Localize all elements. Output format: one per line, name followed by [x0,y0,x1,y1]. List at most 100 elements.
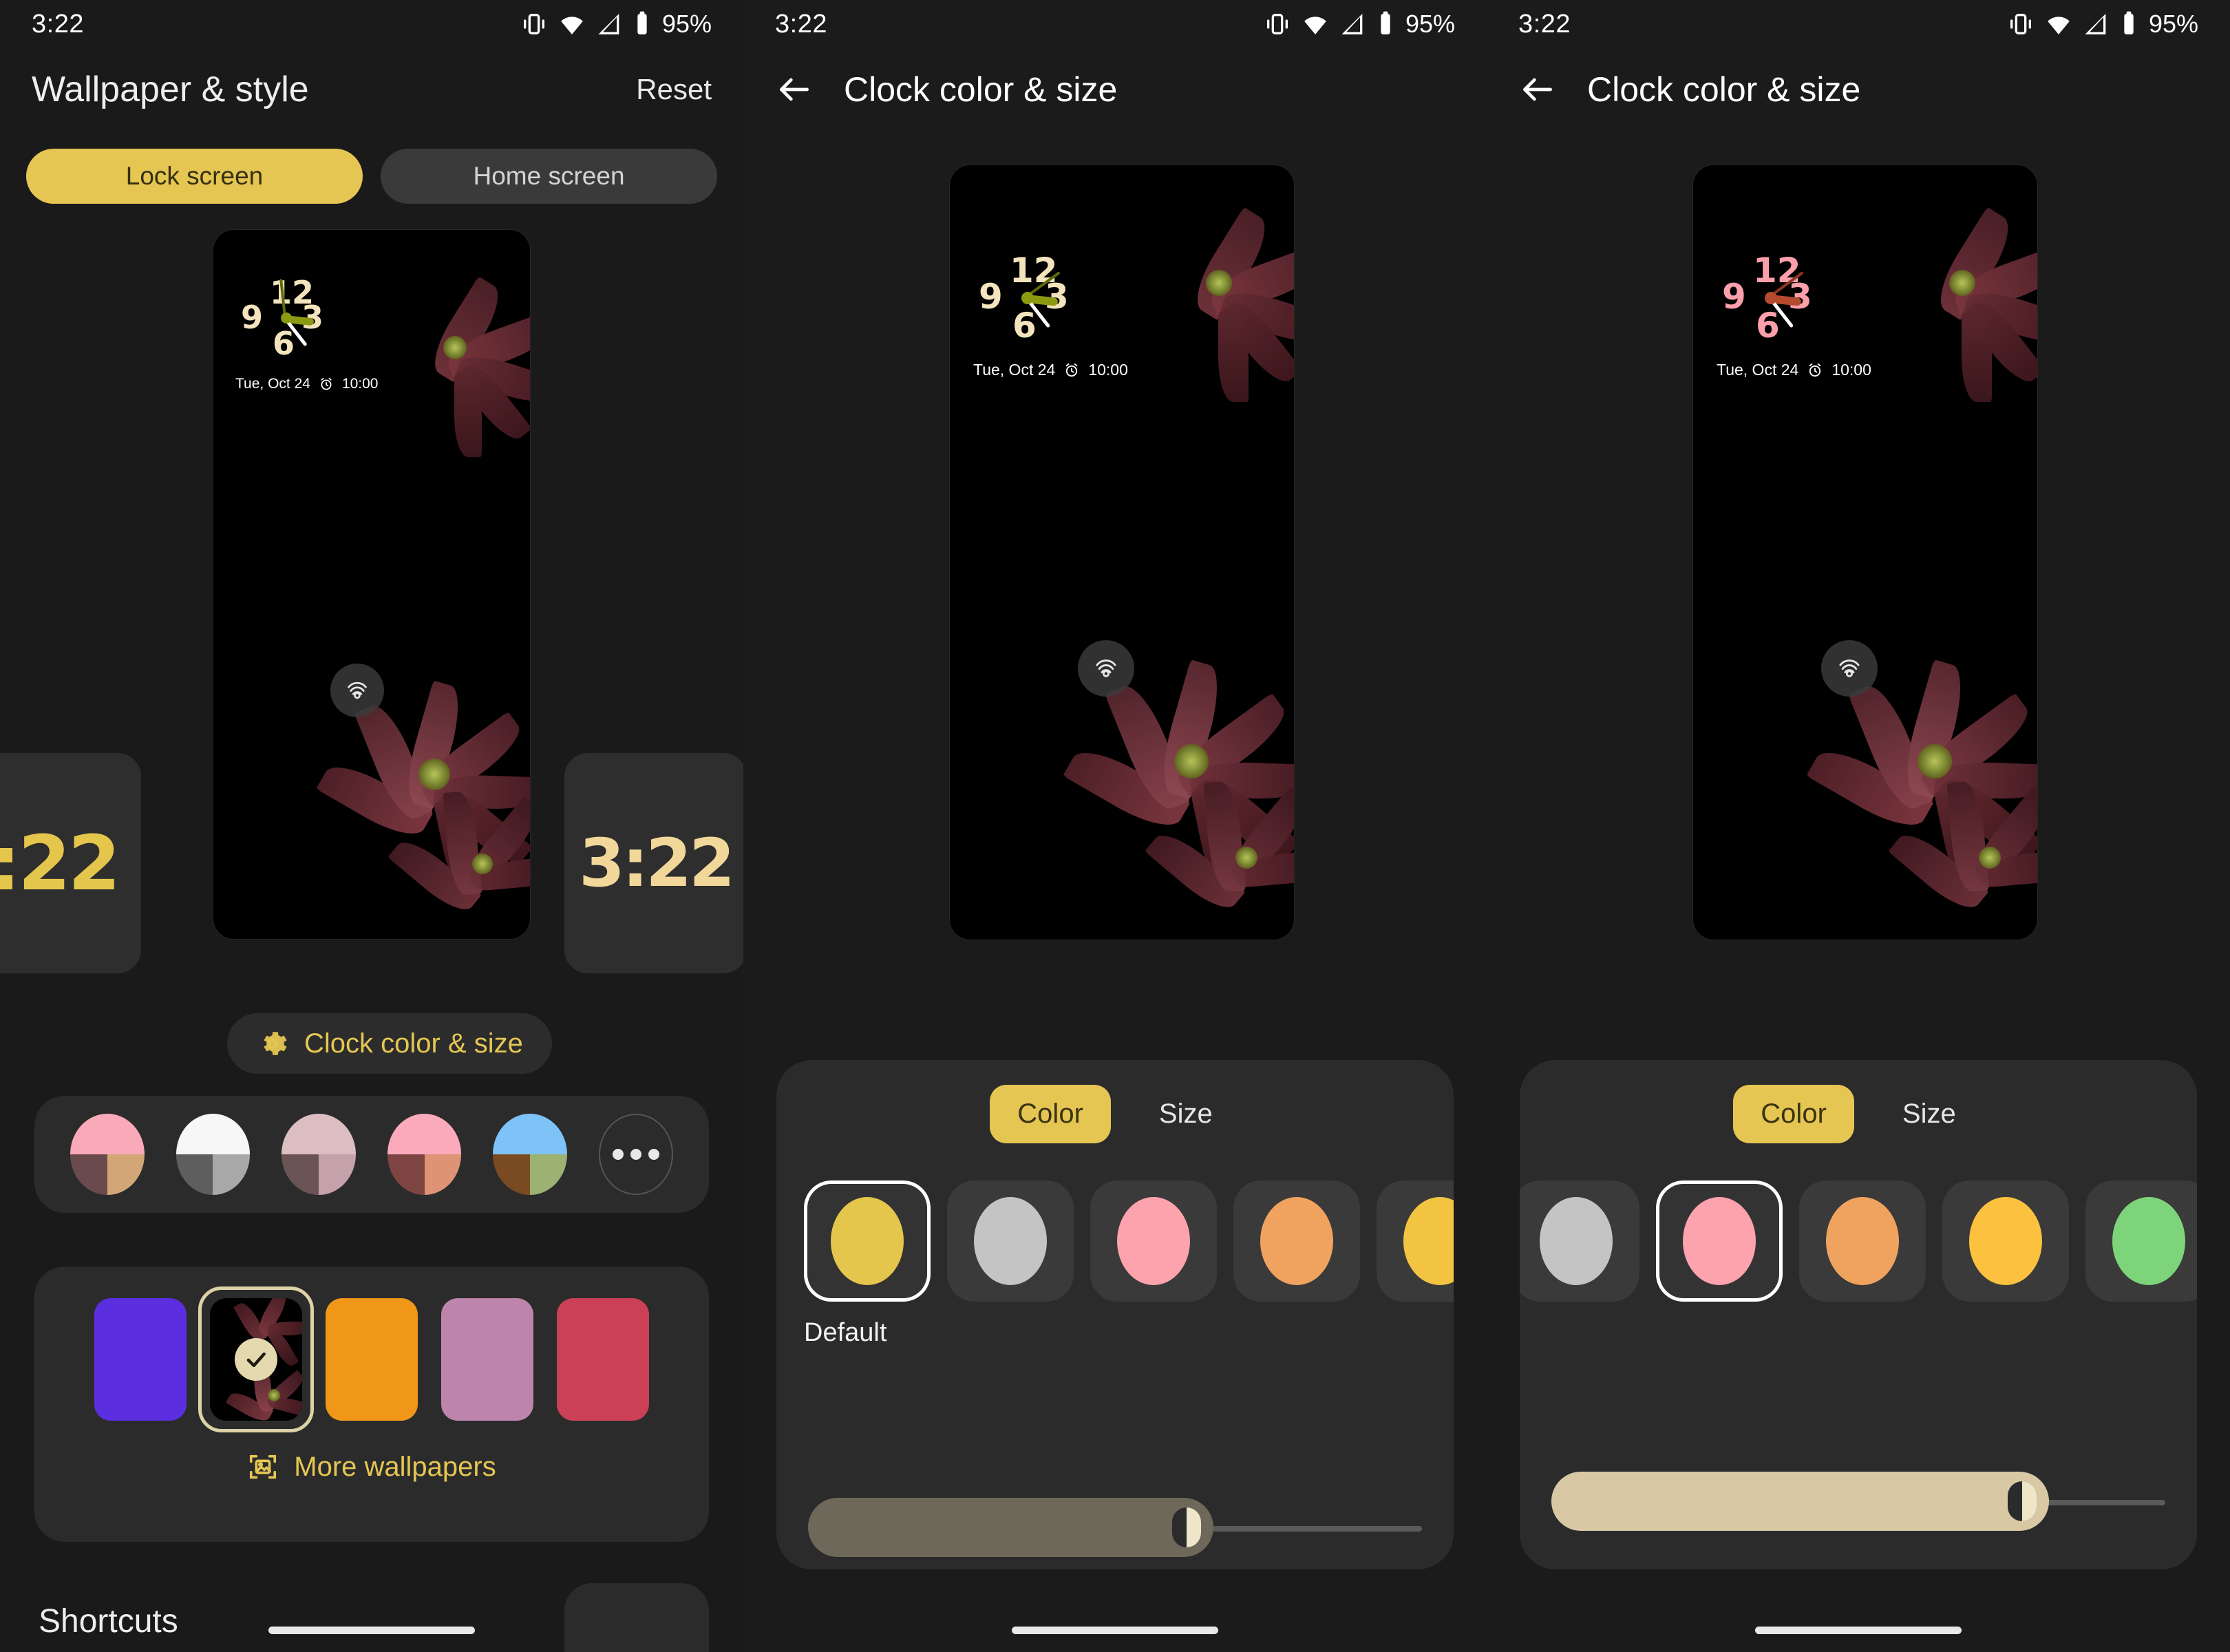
fingerprint-icon [348,681,367,699]
lockscreen-alarm-time: 10:00 [1088,361,1128,379]
wallpaper-selected-check [235,1338,277,1381]
panel-clock-color-size-default: 3:22 95% Clock color & size 12 3 6 9 Tue… [743,0,1487,1652]
theme-swatch[interactable] [282,1114,356,1195]
status-icons: 95% [1264,10,1455,39]
clock-style-card-previous[interactable]: 3:22 [0,753,141,973]
back-arrow-icon[interactable] [775,70,814,109]
tab-lock-screen[interactable]: Lock screen [26,149,363,204]
lockscreen-date: Tue, Oct 24 [1717,361,1799,379]
segmented-control: Color Size [776,1060,1454,1143]
signal-icon [598,14,619,34]
wifi-icon [1304,17,1326,34]
clock-tone-slider[interactable] [1551,1472,2165,1531]
battery-percent: 95% [2148,10,2198,38]
wallpaper-thumb-selected[interactable] [198,1286,314,1432]
clock-color-swatch-row [804,1180,1454,1302]
shortcuts-heading: Shortcuts [39,1603,178,1640]
fingerprint-sensor-indicator[interactable] [1821,640,1878,697]
theme-swatch[interactable] [176,1114,251,1195]
app-bar: Clock color & size [1487,48,2230,131]
clock-hub [1765,292,1777,304]
status-icons: 95% [2007,10,2198,39]
screenshot-root: 3:22 95% Wallpaper & style Reset Lock sc… [0,0,2230,1652]
status-bar: 3:22 95% [1487,0,2230,48]
clock-color-swatch[interactable] [1090,1180,1217,1302]
slider-thumb[interactable] [1171,1507,1201,1547]
clock-numeral-6: 6 [1012,306,1037,346]
wallpaper-thumb[interactable] [557,1298,649,1421]
clock-color-swatch[interactable] [1942,1180,2069,1302]
wallpaper-picker-card: More wallpapers [34,1267,709,1542]
alarm-icon [321,377,332,390]
selected-color-label: Default [804,1318,887,1347]
clock-numeral-6: 6 [1756,306,1780,346]
clock-color-swatch-selected[interactable] [804,1180,931,1302]
reset-button[interactable]: Reset [636,73,712,106]
panel-clock-color-size-pink: 3:22 95% Clock color & size 12 3 6 9 Tue… [1487,0,2230,1652]
system-nav-bar[interactable] [1755,1627,1962,1634]
wallpaper-thumb[interactable] [441,1298,533,1421]
clock-tone-slider[interactable] [808,1498,1422,1557]
clock-style-card-next[interactable]: 3:22 [564,753,743,973]
tab-color[interactable]: Color [1733,1085,1854,1143]
system-nav-bar[interactable] [1012,1627,1218,1634]
vibrate-icon [2010,14,2031,34]
theme-swatch[interactable] [70,1114,145,1195]
analog-clock-dial: 12 3 6 9 [970,249,1087,352]
lockscreen-date-row: Tue, Oct 24 10:00 [235,376,379,392]
fingerprint-sensor-indicator[interactable] [1078,640,1134,697]
clock-color-swatch[interactable] [1377,1180,1454,1302]
battery-percent: 95% [661,10,712,38]
clock-numeral-9: 9 [979,277,1003,317]
clock-color-swatch[interactable] [1520,1180,1639,1302]
lock-screen-preview-area: 3:22 3:22 [0,223,743,973]
panel-wallpaper-and-style: 3:22 95% Wallpaper & style Reset Lock sc… [0,0,743,1652]
status-bar: 3:22 95% [743,0,1487,48]
page-title: Clock color & size [844,70,1118,109]
tab-size[interactable]: Size [1875,1085,1984,1143]
wallpaper-thumb[interactable] [94,1298,187,1421]
fingerprint-icon [1096,659,1116,677]
alarm-icon [1065,363,1078,377]
segmented-control: Color Size [1520,1060,2197,1143]
shortcuts-card-peek[interactable] [564,1583,709,1652]
clock-options-sheet: Color Size [1520,1060,2197,1569]
more-wallpapers-label: More wallpapers [294,1451,496,1482]
tab-color[interactable]: Color [990,1085,1111,1143]
clock-color-swatch[interactable] [2085,1180,2197,1302]
status-icons: 95% [520,10,712,39]
analog-clock-dial: 12 3 6 9 [1714,249,1831,352]
system-nav-bar[interactable] [268,1627,475,1634]
lock-screen-phone-preview[interactable]: 12 3 6 9 Tue, Oct 24 10:00 [213,230,530,939]
wifi-icon [561,17,583,34]
clock-color-swatch-selected[interactable] [1656,1180,1783,1302]
clock-color-swatch[interactable] [1799,1180,1926,1302]
theme-swatch[interactable] [387,1114,462,1195]
tab-size[interactable]: Size [1132,1085,1240,1143]
lockscreen-alarm-time: 10:00 [341,376,379,392]
lock-screen-phone-preview[interactable]: 12 3 6 9 Tue, Oct 24 10:00 [1693,165,2037,940]
tab-home-screen[interactable]: Home screen [381,149,717,204]
battery-percent: 95% [1405,10,1455,38]
status-time: 3:22 [1518,9,1571,39]
clock-numeral-9: 9 [1722,277,1746,317]
more-wallpapers-button[interactable]: More wallpapers [247,1451,496,1483]
back-arrow-icon[interactable] [1518,70,1557,109]
lock-screen-preview-area: 12 3 6 9 Tue, Oct 24 10:00 [743,165,1487,943]
status-time: 3:22 [775,9,827,39]
lock-screen-phone-preview[interactable]: 12 3 6 9 Tue, Oct 24 10:00 [950,165,1294,940]
clock-color-swatch[interactable] [1233,1180,1360,1302]
screen-tab-group: Lock screen Home screen [0,131,743,204]
lockscreen-date: Tue, Oct 24 [235,376,310,392]
fingerprint-sensor-indicator[interactable] [330,664,384,717]
lockscreen-alarm-time: 10:00 [1831,361,1871,379]
lockscreen-date-row: Tue, Oct 24 10:00 [973,361,1128,379]
clock-color-swatch[interactable] [947,1180,1074,1302]
more-colors-button[interactable] [599,1114,673,1195]
image-frame-icon [250,1454,277,1479]
theme-swatch[interactable] [493,1114,568,1195]
wifi-icon [2048,17,2070,34]
wallpaper-thumb[interactable] [326,1298,418,1421]
clock-color-and-size-button[interactable]: Clock color & size [227,1013,552,1074]
slider-thumb[interactable] [2007,1481,2037,1521]
